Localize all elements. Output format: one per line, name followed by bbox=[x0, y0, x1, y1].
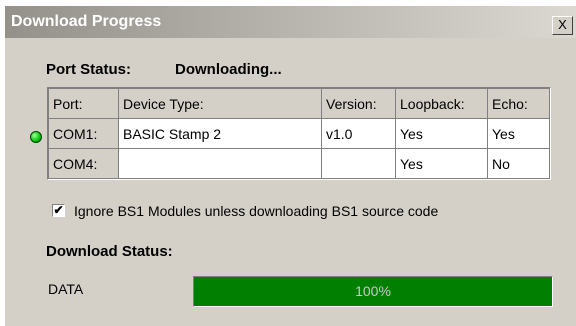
device-type-cell bbox=[118, 148, 322, 179]
loopback-cell: Yes bbox=[395, 118, 488, 149]
version-cell bbox=[321, 148, 396, 179]
port-status-value: Downloading... bbox=[175, 61, 282, 78]
close-button[interactable]: X bbox=[552, 16, 573, 35]
stream-label: DATA bbox=[48, 281, 84, 297]
progress-percent-text: 100% bbox=[355, 283, 391, 299]
check-mark-icon: ✔ bbox=[53, 203, 64, 217]
column-header-version: Version: bbox=[321, 88, 396, 119]
column-header-loopback: Loopback: bbox=[395, 88, 488, 119]
echo-cell: No bbox=[487, 148, 550, 179]
table-row[interactable]: COM4: Yes No bbox=[48, 148, 550, 179]
download-progress-bar: 100% bbox=[193, 276, 553, 307]
table-header-row: Port: Device Type: Version: Loopback: Ec… bbox=[48, 88, 550, 119]
table-row[interactable]: COM1: BASIC Stamp 2 v1.0 Yes Yes bbox=[48, 118, 550, 149]
port-cell: COM4: bbox=[48, 148, 119, 179]
ignore-bs1-checkbox[interactable]: ✔ bbox=[52, 204, 65, 217]
version-cell: v1.0 bbox=[321, 118, 396, 149]
window-title: Download Progress bbox=[11, 13, 162, 30]
column-header-echo: Echo: bbox=[487, 88, 550, 119]
download-progress-dialog: Download Progress X Port Status: Downloa… bbox=[5, 6, 576, 326]
echo-cell: Yes bbox=[487, 118, 550, 149]
ports-table: Port: Device Type: Version: Loopback: Ec… bbox=[47, 87, 551, 180]
column-header-device-type: Device Type: bbox=[118, 88, 322, 119]
close-icon: X bbox=[558, 17, 567, 32]
port-status-label: Port Status: bbox=[46, 61, 132, 78]
active-port-indicator-icon bbox=[30, 131, 42, 143]
port-cell: COM1: bbox=[48, 118, 119, 149]
download-status-label: Download Status: bbox=[46, 243, 173, 260]
column-header-port: Port: bbox=[48, 88, 119, 119]
loopback-cell: Yes bbox=[395, 148, 488, 179]
device-type-cell: BASIC Stamp 2 bbox=[118, 118, 322, 149]
ignore-bs1-label[interactable]: Ignore BS1 Modules unless downloading BS… bbox=[74, 203, 438, 219]
title-bar[interactable]: Download Progress bbox=[5, 6, 576, 38]
